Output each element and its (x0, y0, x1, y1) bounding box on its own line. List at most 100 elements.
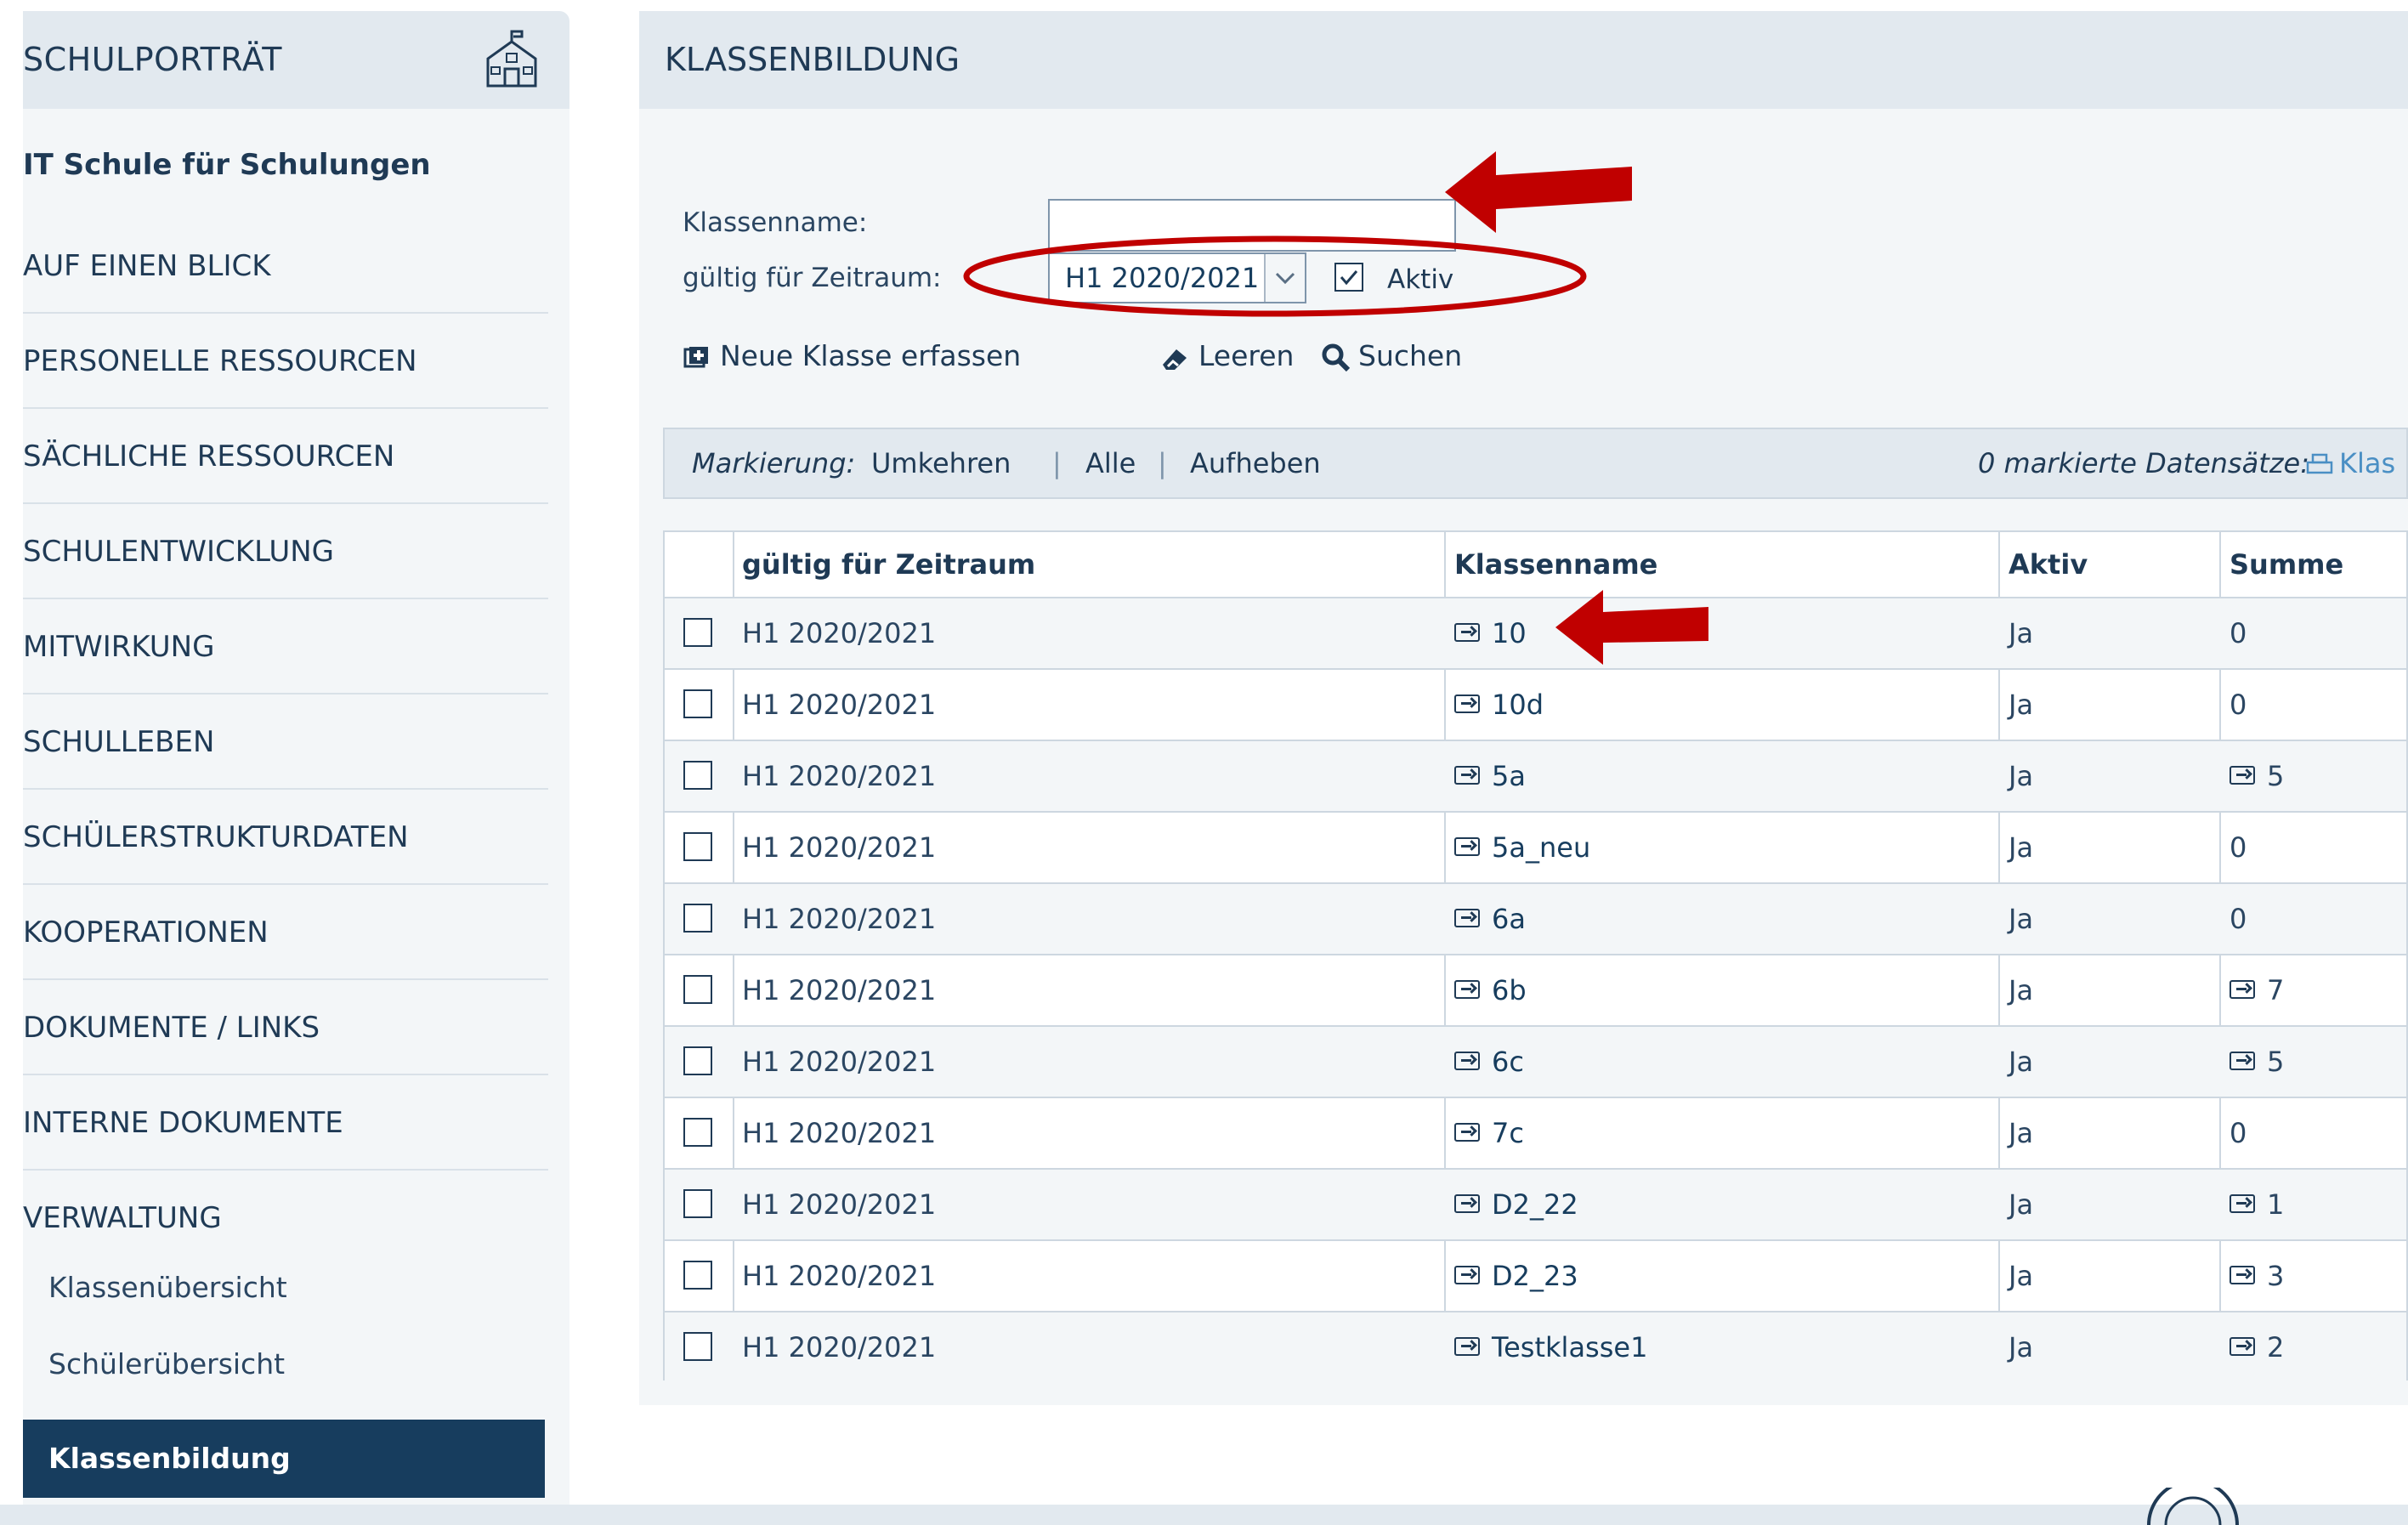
table-row: H1 2020/2021 D2_22 Ja 1 (665, 1168, 2406, 1239)
sidebar-item[interactable]: SCHULLEBEN (23, 695, 548, 790)
eraser-icon (1163, 349, 1187, 370)
classname-text: 10d (1492, 689, 1544, 721)
page-title: KLASSENBILDUNG (639, 11, 2408, 109)
row-checkbox[interactable] (683, 832, 712, 861)
sidebar-subitem-klassenbildung[interactable]: Klassenbildung (23, 1420, 545, 1498)
search-icon (1322, 343, 1351, 371)
open-link-icon (1454, 1194, 1480, 1213)
cell-active: Ja (2009, 1331, 2034, 1363)
classname-text: 6c (1492, 1046, 1524, 1078)
classname-label: Klassenname: (683, 207, 868, 238)
sidebar-item[interactable]: KOOPERATIONEN (23, 886, 548, 980)
search-button[interactable]: Suchen (1321, 339, 1462, 373)
table-row: H1 2020/2021 5a Ja 5 (665, 740, 2406, 811)
cell-sum-link[interactable]: 1 (2230, 1170, 2284, 1239)
open-link-icon (1454, 837, 1480, 856)
row-checkbox[interactable] (683, 904, 712, 933)
scroll-top-icon[interactable] (2142, 1488, 2244, 1525)
separator: | (1052, 447, 1062, 479)
open-link-icon (1454, 623, 1480, 642)
cell-period: H1 2020/2021 (742, 1046, 937, 1078)
sidebar-item[interactable]: DOKUMENTE / LINKS (23, 981, 548, 1075)
cell-period: H1 2020/2021 (742, 617, 937, 649)
cell-classname-link[interactable]: 7c (1454, 1098, 1524, 1168)
marking-clear-link[interactable]: Aufheben (1190, 429, 1321, 497)
sidebar-item[interactable]: MITWIRKUNG (23, 600, 548, 694)
marking-all-link[interactable]: Alle (1085, 429, 1136, 497)
cell-classname-link[interactable]: Testklasse1 (1454, 1312, 1647, 1382)
sidebar-item[interactable]: INTERNE DOKUMENTE (23, 1076, 548, 1171)
cell-sum-link[interactable]: 2 (2230, 1312, 2284, 1382)
cell-classname-link[interactable]: 10 (1454, 598, 1527, 668)
classname-text: D2_22 (1492, 1188, 1578, 1221)
sidebar-subitem-schueleruebersicht[interactable]: Schülerübersicht (48, 1347, 285, 1380)
sum-text: 0 (2230, 689, 2247, 721)
open-link-icon (1454, 1266, 1480, 1284)
column-header-active[interactable]: Aktiv (2009, 532, 2088, 597)
cell-period: H1 2020/2021 (742, 974, 937, 1006)
cell-period: H1 2020/2021 (742, 1260, 937, 1292)
classname-text: 7c (1492, 1117, 1524, 1149)
cell-classname-link[interactable]: D2_23 (1454, 1241, 1578, 1311)
table-row: H1 2020/2021 6a Ja 0 (665, 882, 2406, 954)
cell-classname-link[interactable]: 6b (1454, 955, 1527, 1025)
row-checkbox[interactable] (683, 975, 712, 1004)
sum-text: 5 (2267, 1046, 2285, 1078)
row-checkbox[interactable] (683, 618, 712, 647)
footer-strip (0, 1505, 2408, 1525)
table-row: H1 2020/2021 7c Ja 0 (665, 1097, 2406, 1168)
cell-period: H1 2020/2021 (742, 760, 937, 792)
open-link-icon (1454, 766, 1480, 785)
row-checkbox[interactable] (683, 1118, 712, 1147)
row-checkbox[interactable] (683, 689, 712, 718)
cell-classname-link[interactable]: 6a (1454, 884, 1526, 954)
cell-active: Ja (2009, 1117, 2034, 1149)
sidebar-item[interactable]: VERWALTUNG (23, 1171, 548, 1266)
print-classes-link[interactable]: Klas (2305, 429, 2395, 497)
open-link-icon (2230, 1337, 2255, 1356)
cell-sum-link[interactable]: 5 (2230, 741, 2284, 811)
separator: | (1158, 447, 1167, 479)
cell-classname-link[interactable]: 5a (1454, 741, 1526, 811)
classname-text: 6b (1492, 974, 1527, 1006)
period-label: gültig für Zeitraum: (683, 263, 942, 293)
open-link-icon (2230, 1194, 2255, 1213)
cell-active: Ja (2009, 1260, 2034, 1292)
row-checkbox[interactable] (683, 1189, 712, 1218)
cell-classname-link[interactable]: 10d (1454, 670, 1544, 740)
cell-sum-link[interactable]: 7 (2230, 955, 2284, 1025)
sidebar-item[interactable]: AUF EINEN BLICK (23, 219, 548, 314)
sidebar-subitem-klassenuebersicht[interactable]: Klassenübersicht (48, 1271, 287, 1304)
table-row: H1 2020/2021 10d Ja 0 (665, 668, 2406, 740)
marking-invert-link[interactable]: Umkehren (871, 429, 1011, 497)
sidebar-item[interactable]: SCHULENTWICKLUNG (23, 505, 548, 599)
cell-classname-link[interactable]: 5a_neu (1454, 813, 1590, 882)
open-link-icon (1454, 694, 1480, 713)
row-checkbox[interactable] (683, 761, 712, 790)
column-header-period[interactable]: gültig für Zeitraum (742, 532, 1035, 597)
row-checkbox[interactable] (683, 1261, 712, 1290)
open-link-icon (1454, 980, 1480, 999)
new-class-button[interactable]: Neue Klasse erfassen (683, 339, 1021, 372)
cell-classname-link[interactable]: D2_22 (1454, 1170, 1578, 1239)
open-link-icon (1454, 1052, 1480, 1070)
cell-sum: 0 (2230, 670, 2247, 740)
classname-text: 5a_neu (1492, 831, 1591, 864)
classes-table: gültig für Zeitraum Klassenname Aktiv Su… (663, 530, 2408, 1382)
row-checkbox[interactable] (683, 1046, 712, 1075)
sidebar-item[interactable]: PERSONELLE RESSOURCEN (23, 315, 548, 409)
cell-classname-link[interactable]: 6c (1454, 1027, 1524, 1097)
sidebar-item[interactable]: SCHÜLERSTRUKTURDATEN (23, 791, 548, 885)
cell-period: H1 2020/2021 (742, 689, 937, 721)
cell-active: Ja (2009, 903, 2034, 935)
column-header-sum[interactable]: Summe zuge (2230, 532, 2406, 645)
annotation-arrow-icon (1555, 590, 1708, 665)
marked-count: 0 markierte Datensätze: (1978, 447, 2309, 479)
search-label: Suchen (1358, 339, 1463, 372)
sidebar-item[interactable]: SÄCHLICHE RESSOURCEN (23, 410, 548, 504)
clear-button[interactable]: Leeren (1159, 339, 1294, 373)
row-checkbox[interactable] (683, 1332, 712, 1361)
cell-sum-link[interactable]: 5 (2230, 1027, 2284, 1097)
cell-sum-link[interactable]: 3 (2230, 1241, 2284, 1311)
classname-text: D2_23 (1492, 1260, 1578, 1292)
